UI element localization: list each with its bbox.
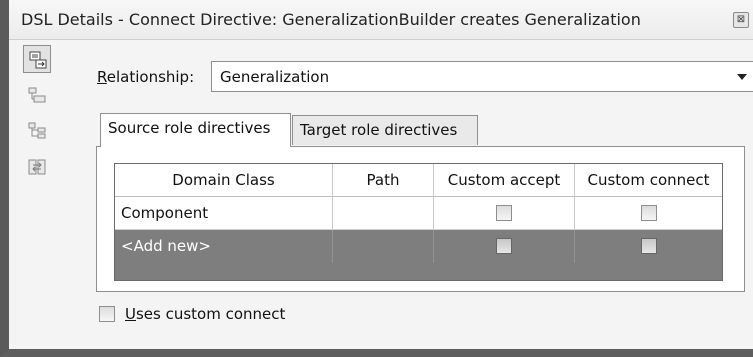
uses-custom-connect-label[interactable]: Uses custom connect [125,305,285,323]
tree-hierarchy-button[interactable] [23,117,51,145]
window-title: DSL Details - Connect Directive: General… [21,10,641,29]
connect-directive-button[interactable] [23,45,51,73]
relationship-label-text: elationship: [106,68,195,86]
custom-accept-checkbox[interactable] [496,238,512,254]
path-cell[interactable] [333,230,434,263]
custom-connect-cell [575,197,722,229]
domain-class-cell[interactable]: <Add new> [115,230,333,263]
element-merge-button[interactable] [23,81,51,109]
uses-custom-connect-text: ses custom connect [135,305,286,323]
close-icon[interactable]: ⊠ [733,12,749,28]
table-row[interactable]: Component [115,197,722,230]
column-header-custom-accept[interactable]: Custom accept [434,164,575,196]
tree-hierarchy-icon [28,122,46,139]
tab-panel: Domain Class Path Custom accept Custom c… [96,146,745,292]
swap-icon [28,159,46,175]
column-header-path[interactable]: Path [333,164,434,196]
domain-class-cell[interactable]: Component [115,197,333,229]
connect-directive-icon [29,51,47,69]
relationship-label: Relationship: [97,68,194,86]
custom-accept-checkbox[interactable] [496,205,512,221]
custom-accept-cell [434,230,575,263]
path-cell[interactable] [333,197,434,229]
tab-source-role-directives[interactable]: Source role directives [100,113,291,147]
add-new-row[interactable]: <Add new> [115,230,722,263]
column-header-domain-class[interactable]: Domain Class [115,164,333,196]
relationship-label-accelerator: R [97,68,107,86]
chevron-down-icon[interactable] [737,74,747,80]
custom-accept-cell [434,197,575,229]
side-toolbar [23,45,51,189]
custom-connect-cell [575,230,722,263]
uses-custom-connect-accelerator: U [125,305,136,323]
uses-custom-connect-checkbox[interactable] [99,306,115,322]
relationship-value: Generalization [220,68,330,86]
custom-connect-checkbox[interactable] [640,205,657,221]
dsl-details-window: DSL Details - Connect Directive: General… [0,0,753,357]
element-merge-icon [28,87,46,103]
directives-grid: Domain Class Path Custom accept Custom c… [114,163,723,281]
tab-target-role-directives[interactable]: Target role directives [292,115,478,145]
grid-header-row: Domain Class Path Custom accept Custom c… [115,164,722,197]
relationship-dropdown[interactable]: Generalization [211,61,753,92]
swap-button[interactable] [23,153,51,181]
custom-connect-checkbox[interactable] [640,238,657,254]
column-header-custom-connect[interactable]: Custom connect [575,164,722,196]
title-bar: DSL Details - Connect Directive: General… [9,0,753,40]
